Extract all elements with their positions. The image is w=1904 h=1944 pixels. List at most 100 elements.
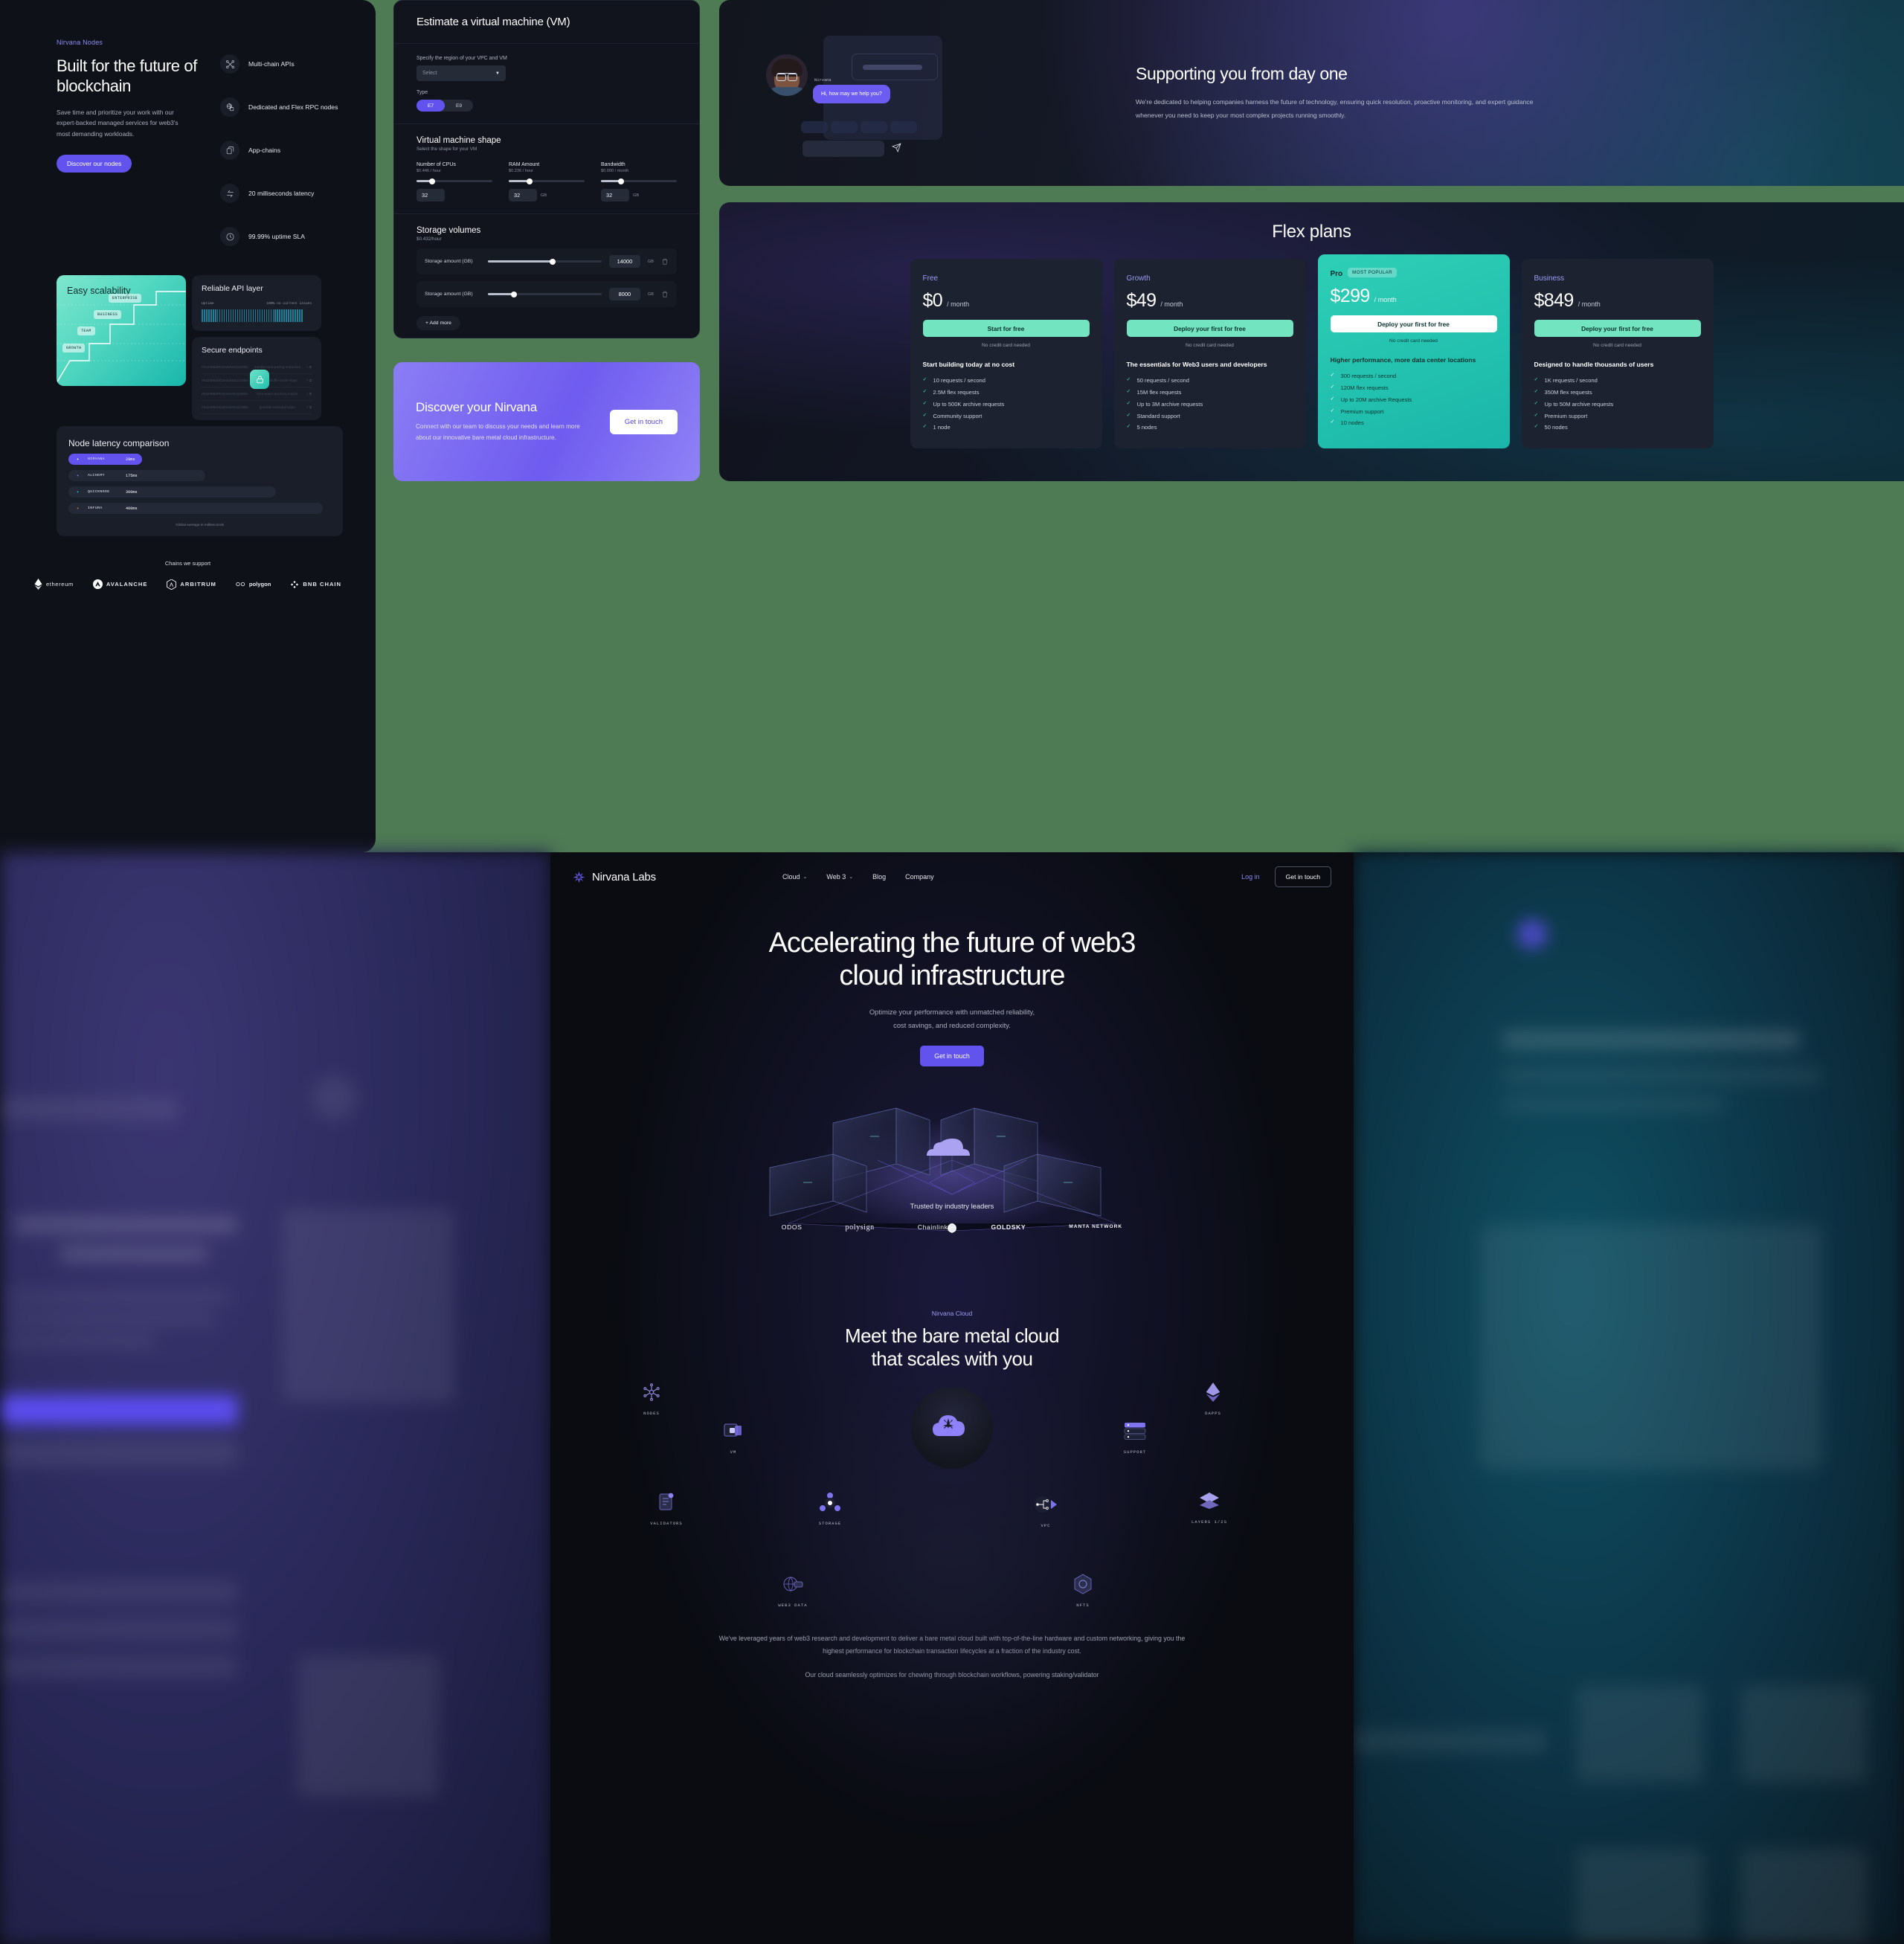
plan-feature-label: 1K requests / second <box>1544 377 1598 384</box>
plan-feature: ✓ Up to 3M archive requests <box>1127 400 1293 409</box>
plan-feature-list: ✓ 300 requests / second ✓ 120M flex request… <box>1331 372 1497 428</box>
plan-feature-label: Premium support <box>1340 408 1384 415</box>
type-option-e9[interactable]: E9 <box>445 100 473 112</box>
arbitrum-icon <box>167 579 177 590</box>
chains-label: Chains we support <box>164 560 211 567</box>
uptime-bar-chart <box>202 309 312 322</box>
shape-slider[interactable] <box>601 178 677 184</box>
latency-row: ✦ ALCHEMY 175ms <box>68 470 205 481</box>
plan-cta-button[interactable]: Start for free <box>922 320 1090 337</box>
delete-icon[interactable] <box>661 257 669 265</box>
endpoint-actions[interactable]: × ⧉ <box>306 405 312 409</box>
plan-feature-label: 1 node <box>933 424 951 431</box>
uptime-bar <box>279 309 281 322</box>
check-icon: ✓ <box>1126 377 1131 383</box>
plan-price: $299 <box>1330 286 1371 306</box>
provider-name: NIRVANA <box>88 457 105 461</box>
chevron-down-icon: ▼ <box>495 71 500 76</box>
plan-feature: ✓ Up to 20M archive Requests <box>1331 396 1497 405</box>
uptime-bar <box>299 309 300 322</box>
plan-feature: ✓ Premium support <box>1534 412 1701 421</box>
storage-row-label: Storage amount (GB) <box>425 292 473 297</box>
login-link[interactable]: Log in <box>1241 873 1260 881</box>
delete-icon[interactable] <box>661 290 669 298</box>
chain-label: BNB CHAIN <box>303 581 342 588</box>
uptime-bar <box>290 309 292 322</box>
hero-section: Accelerating the future of web3 cloud in… <box>550 901 1354 1066</box>
easy-scalability-card: Easy scalability GROWTH TEAM BUSINESS EN… <box>57 275 186 386</box>
storage-value-input[interactable]: 8000 <box>608 288 640 300</box>
shape-value-input[interactable]: 32 <box>416 189 445 202</box>
check-icon: ✓ <box>1330 408 1335 413</box>
plan-no-credit-card: No credit card needed <box>1389 338 1438 344</box>
check-icon: ✓ <box>1330 419 1335 425</box>
endpoint-actions[interactable]: × ⧉ <box>306 365 312 369</box>
vm-modal-header: Estimate a virtual machine (VM) <box>394 1 699 44</box>
shape-title: Virtual machine shape <box>416 136 501 145</box>
plan-cta-button[interactable]: Deploy your first for free <box>1534 320 1701 337</box>
nav-link-cloud[interactable]: Cloud ⌄ <box>782 873 807 881</box>
logo-odos: ODOS <box>781 1223 956 1233</box>
nav-link-company[interactable]: Company <box>905 873 934 881</box>
uptime-bar <box>281 309 283 322</box>
brand[interactable]: Nirvana Labs <box>573 871 656 884</box>
storage-unit: GB <box>647 259 654 264</box>
storage-slider[interactable] <box>488 291 602 297</box>
node-label: VM <box>730 1449 737 1455</box>
trusted-logos: ODOS polysign Chainlink GOLDSKY MANTA NE… <box>550 1223 1354 1233</box>
shape-slider[interactable] <box>416 178 492 184</box>
avalanche-icon <box>92 579 103 589</box>
diagram-node-layers: LAYERS 1/2S <box>1175 1488 1244 1527</box>
multi-chain-icon <box>220 54 239 74</box>
scalability-tier-growth: GROWTH <box>62 344 86 353</box>
uptime-bar <box>245 309 248 322</box>
plan-feature-label: Up to 20M archive Requests <box>1340 396 1412 403</box>
provider-icon: ✦ <box>76 489 80 495</box>
region-select[interactable]: Select ▼ <box>416 65 506 81</box>
chat-input-mock[interactable] <box>803 141 884 157</box>
endpoint-actions[interactable]: × ⧉ <box>306 379 312 382</box>
add-more-storage-button[interactable]: + Add more <box>416 316 460 330</box>
feature-label: 99.99% uptime SLA <box>248 233 305 240</box>
feature-label: Dedicated and Flex RPC nodes <box>248 103 338 111</box>
plan-cta-button[interactable]: Deploy your first for free <box>1126 320 1293 337</box>
logo-goldsky: GOLDSKY <box>948 1223 1026 1232</box>
nav-link-label: Cloud <box>782 873 800 881</box>
shape-value-input[interactable]: 32 <box>601 189 629 202</box>
diagram-node-nfts: NFTS <box>1049 1571 1117 1610</box>
chat-message-bubble: Hi, how may we help you? <box>813 85 890 103</box>
hero-title-line2: cloud infrastructure <box>839 960 1065 992</box>
logo-label: ODOS <box>781 1223 803 1232</box>
nav-link-blog[interactable]: Blog <box>872 873 886 881</box>
feature-item: 20 milliseconds latency <box>220 176 338 211</box>
shape-unit: GB <box>633 193 640 198</box>
blurred-left-preview <box>0 852 550 1944</box>
shape-field-price: $0.000 / month <box>601 169 629 173</box>
blurred-right-preview <box>1354 852 1904 1944</box>
diagram-node-validators: VALIDATORS <box>632 1490 701 1528</box>
support-chat-illustration: Nirvana Hi, how may we help you? <box>719 0 1136 186</box>
nav-get-in-touch-button[interactable]: Get in touch <box>1274 866 1331 887</box>
storage-value-input[interactable]: 14000 <box>608 255 640 268</box>
type-option-e7[interactable]: E7 <box>416 100 445 112</box>
shape-slider[interactable] <box>509 178 585 184</box>
uptime-bar <box>234 309 237 322</box>
shape-value-input[interactable]: 32 <box>509 189 537 202</box>
polygon-icon <box>236 582 245 587</box>
check-icon: ✓ <box>1534 389 1539 395</box>
send-icon[interactable] <box>892 143 901 152</box>
plan-cta-button[interactable]: Deploy your first for free <box>1330 315 1497 332</box>
storage-slider[interactable] <box>488 258 602 265</box>
secure-endpoints-title: Secure endpoints <box>202 346 263 355</box>
type-segmented-control[interactable]: E7 E9 <box>416 100 473 112</box>
node-label: SUPPORT <box>1123 1449 1147 1455</box>
endpoint-actions[interactable]: × ⧉ <box>306 392 312 396</box>
get-in-touch-button[interactable]: Get in touch <box>609 409 678 434</box>
discover-our-nodes-button[interactable]: Discover our nodes <box>57 154 132 173</box>
check-icon: ✓ <box>922 412 927 418</box>
endpoint-name: tremble-rack-paving-untracked <box>254 365 300 369</box>
plan-feature-label: 2.5M flex requests <box>933 389 980 396</box>
hero-get-in-touch-button[interactable]: Get in touch <box>920 1045 984 1066</box>
ethereum-icon <box>34 579 42 590</box>
nav-link-web-3[interactable]: Web 3 ⌄ <box>826 873 853 881</box>
